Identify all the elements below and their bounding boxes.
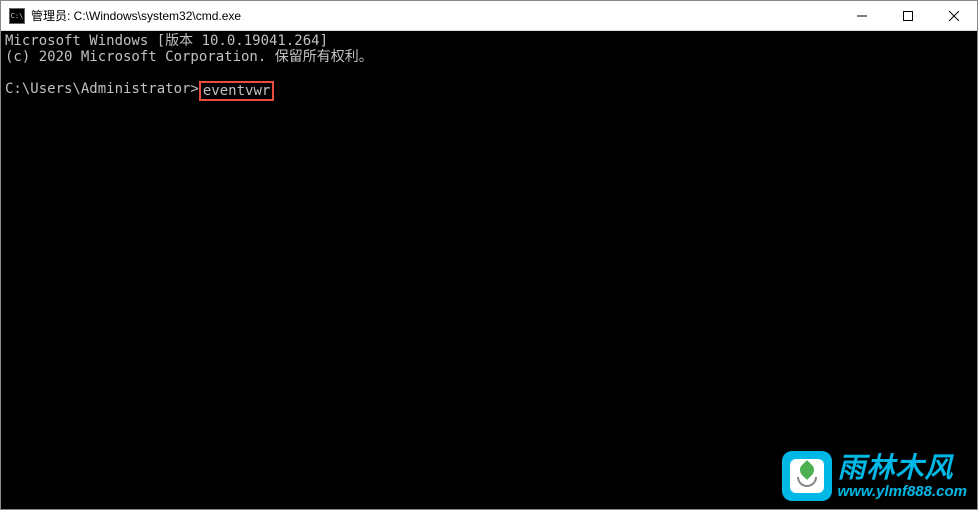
window-title: 管理员: C:\Windows\system32\cmd.exe [31,7,839,24]
terminal-prompt-line: C:\Users\Administrator>eventvwr [5,81,973,101]
terminal-command: eventvwr [203,83,270,99]
cmd-icon: C:\ [9,8,25,24]
command-highlight: eventvwr [199,81,274,101]
window-controls [839,1,977,30]
watermark-logo-icon [782,451,832,501]
terminal-area[interactable]: Microsoft Windows [版本 10.0.19041.264] (c… [1,31,977,509]
terminal-prompt: C:\Users\Administrator> [5,81,199,97]
minimize-button[interactable] [839,1,885,30]
watermark-url: www.ylmf888.com [838,484,968,499]
maximize-button[interactable] [885,1,931,30]
terminal-output-line: Microsoft Windows [版本 10.0.19041.264] [5,33,973,49]
watermark: 雨林木风 www.ylmf888.com [782,451,968,501]
watermark-brand: 雨林木风 [838,454,968,482]
cmd-window: C:\ 管理员: C:\Windows\system32\cmd.exe Mic… [0,0,978,510]
watermark-text: 雨林木风 www.ylmf888.com [838,454,968,499]
titlebar[interactable]: C:\ 管理员: C:\Windows\system32\cmd.exe [1,1,977,31]
terminal-output-line: (c) 2020 Microsoft Corporation. 保留所有权利。 [5,49,973,65]
close-button[interactable] [931,1,977,30]
terminal-blank-line [5,65,973,81]
